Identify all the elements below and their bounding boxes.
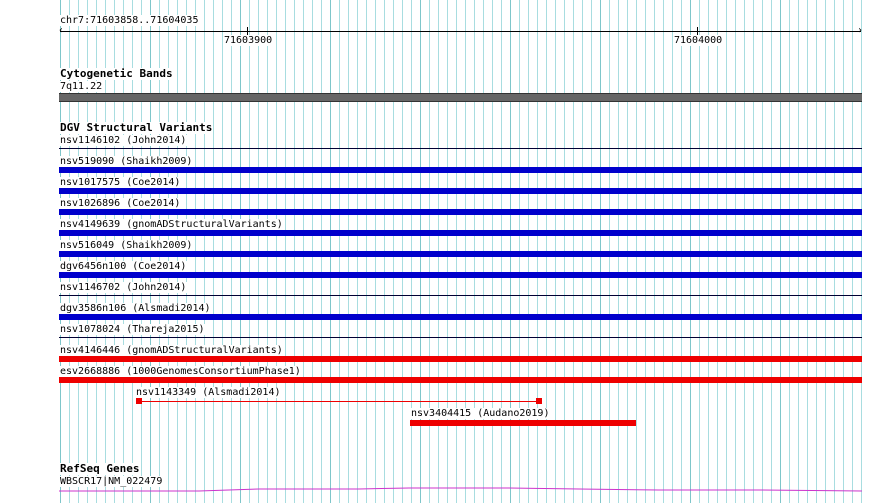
ruler-axis-line [60, 31, 861, 32]
ruler-tick-71604000 [697, 27, 698, 35]
ruler-tick-71603900 [247, 27, 248, 35]
dgv-feature-label: nsv1026896 (Coe2014) [59, 198, 182, 209]
feature-end-right-nsv1143349[interactable] [536, 398, 542, 404]
dgv-feature-bar[interactable] [59, 295, 862, 296]
feature-end-left-nsv1143349[interactable] [136, 398, 142, 404]
dgv-feature-label: dgv6456n100 (Coe2014) [59, 261, 188, 272]
dgv-feature-bar[interactable] [59, 209, 862, 215]
dgv-feature-bar[interactable] [59, 314, 862, 320]
ruler-position-label: chr7:71603858..71604035 [59, 15, 200, 26]
dgv-feature-bar[interactable] [59, 356, 862, 362]
feature-label-nsv1143349: nsv1143349 (Alsmadi2014) [135, 387, 282, 398]
dgv-feature-label: nsv519090 (Shaikh2009) [59, 156, 194, 167]
ruler-tick-label: 71603900 [223, 35, 274, 46]
dgv-feature-label: nsv4146446 (gnomADStructuralVariants) [59, 345, 284, 356]
feature-label-nsv3404415: nsv3404415 (Audano2019) [410, 408, 551, 419]
dgv-feature-bar[interactable] [59, 230, 862, 236]
track-title-cytoband[interactable]: Cytogenetic Bands [59, 68, 174, 80]
dgv-feature-label: nsv1146702 (John2014) [59, 282, 188, 293]
dgv-feature-bar[interactable] [59, 272, 862, 278]
dgv-feature-label: nsv1146102 (John2014) [59, 135, 188, 146]
cytoband-label: 7q11.22 [59, 81, 104, 92]
dgv-feature-bar[interactable] [59, 337, 862, 338]
dgv-feature-label: nsv1078024 (Thareja2015) [59, 324, 206, 335]
ruler-tick-label: 71604000 [673, 35, 724, 46]
cytoband-bar[interactable] [59, 93, 862, 102]
dgv-feature-label: dgv3586n106 (Alsmadi2014) [59, 303, 212, 314]
feature-bar-nsv3404415[interactable] [410, 420, 636, 426]
dgv-feature-bar[interactable] [59, 167, 862, 173]
track-title-refseq[interactable]: RefSeq Genes [59, 463, 141, 475]
dgv-feature-label: nsv516049 (Shaikh2009) [59, 240, 194, 251]
dgv-feature-bar[interactable] [59, 377, 862, 383]
dgv-feature-bar[interactable] [59, 148, 862, 149]
genome-browser-canvas[interactable]: chr7:71603858..71604035 ‹ › 71603900 716… [0, 0, 890, 503]
dgv-feature-bar[interactable] [59, 188, 862, 194]
dgv-feature-bar[interactable] [59, 251, 862, 257]
dgv-feature-label: nsv4149639 (gnomADStructuralVariants) [59, 219, 284, 230]
refseq-gene-line[interactable] [59, 485, 862, 495]
dgv-feature-label: nsv1017575 (Coe2014) [59, 177, 182, 188]
ruler-left-arrow-icon: ‹ [58, 25, 65, 36]
track-title-dgv[interactable]: DGV Structural Variants [59, 122, 214, 134]
feature-line-nsv1143349[interactable] [138, 401, 541, 402]
dgv-feature-label: esv2668886 (1000GenomesConsortiumPhase1) [59, 366, 302, 377]
ruler-right-arrow-icon: › [857, 25, 864, 36]
